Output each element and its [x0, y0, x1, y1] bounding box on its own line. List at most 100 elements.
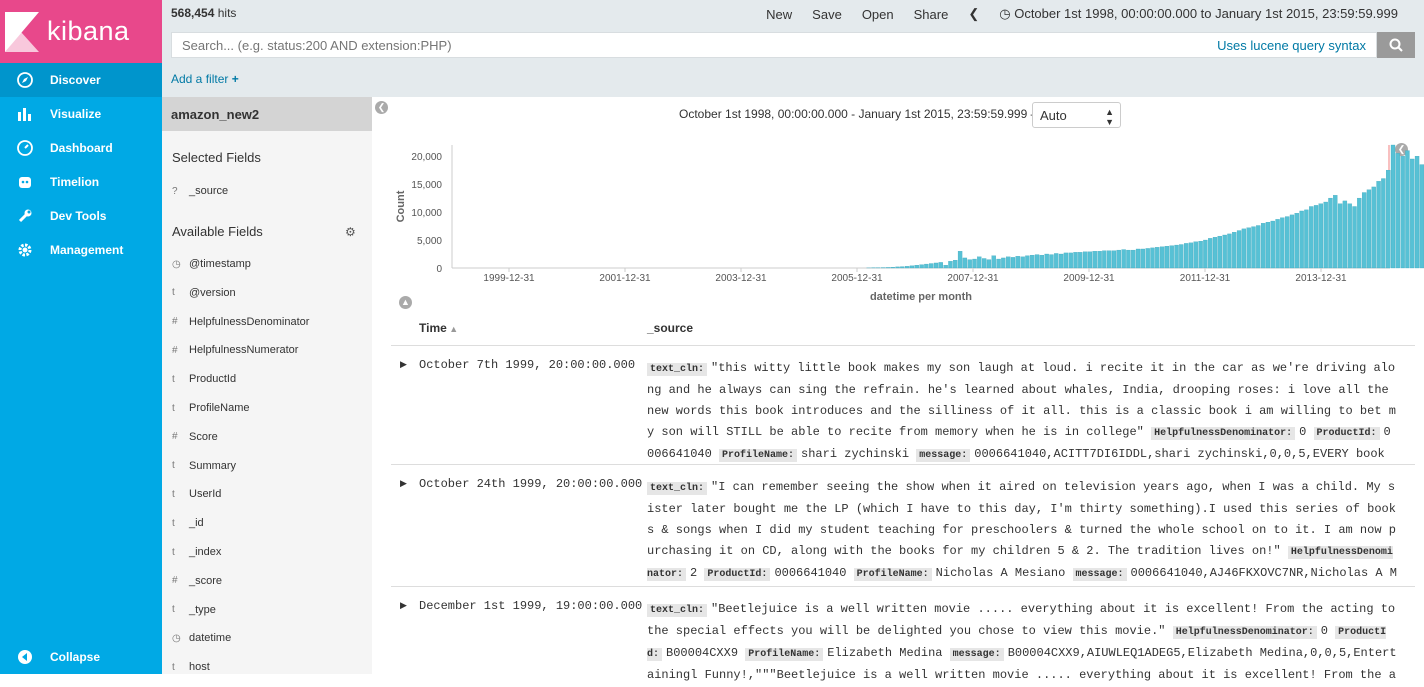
expand-row-icon[interactable]: ▶	[400, 359, 407, 370]
source-field-key: ProfileName:	[719, 449, 797, 462]
histogram-bar	[1396, 153, 1400, 268]
histogram-bar	[1054, 253, 1058, 268]
add-filter-button[interactable]: Add a filter +	[171, 72, 239, 86]
nav-dev-tools[interactable]: Dev Tools	[0, 199, 162, 233]
histogram-bar	[1280, 218, 1284, 268]
histogram-bar	[1386, 170, 1390, 268]
collapse-chart-icon[interactable]: ▲	[399, 296, 412, 309]
collapse-sidebar-icon[interactable]: ❮	[375, 101, 388, 114]
histogram-chart: 05,00010,00015,00020,0001999-12-312001-1…	[372, 135, 1424, 315]
histogram-bar	[1122, 250, 1126, 268]
nav-timelion[interactable]: Timelion	[0, 165, 162, 199]
field-item[interactable]: ◷datetime	[172, 632, 231, 644]
search-input[interactable]	[172, 33, 1072, 57]
sort-icon[interactable]: ▲	[447, 324, 458, 334]
number-type-icon: #	[172, 431, 189, 442]
plus-icon: +	[232, 72, 239, 86]
field-name: datetime	[189, 632, 231, 644]
histogram-bar	[1049, 255, 1053, 268]
source-field-value: 0	[1299, 425, 1306, 439]
histogram-bar	[1348, 204, 1352, 268]
histogram-bar	[1377, 181, 1381, 268]
field-item[interactable]: t@version	[172, 287, 236, 299]
nav-management[interactable]: Management	[0, 233, 162, 267]
time-picker[interactable]: ◷ October 1st 1998, 00:00:00.000 to Janu…	[999, 6, 1398, 22]
kibana-logo-icon	[5, 12, 39, 52]
table-row: ▶October 7th 1999, 20:00:00.000text_cln:…	[391, 345, 1415, 464]
search-icon	[1389, 38, 1403, 52]
x-tick-label: 2005-12-31	[831, 273, 883, 284]
index-pattern[interactable]: amazon_new2	[162, 97, 372, 131]
field-name: _id	[189, 517, 204, 529]
string-type-icon: t	[172, 460, 189, 471]
gear-icon[interactable]: ⚙	[345, 225, 356, 239]
field-item[interactable]: tSummary	[172, 460, 236, 472]
field-item[interactable]: ◷@timestamp	[172, 258, 251, 270]
histogram-bar	[1256, 226, 1260, 268]
histogram-bar	[1410, 159, 1414, 268]
histogram-bar	[1223, 235, 1227, 268]
field-item[interactable]: t_type	[172, 604, 216, 616]
field-sidebar: amazon_new2 Selected Fields Available Fi…	[162, 97, 372, 674]
field-item[interactable]: #HelpfulnessDenominator	[172, 316, 309, 328]
field-item[interactable]: tProductId	[172, 373, 236, 385]
field-item[interactable]: tUserId	[172, 488, 221, 500]
field-item[interactable]: t_index	[172, 546, 221, 558]
lucene-syntax-link[interactable]: Uses lucene query syntax	[1217, 38, 1366, 53]
histogram-bar	[1324, 202, 1328, 268]
collapse-button[interactable]: Collapse	[0, 640, 162, 674]
expand-row-icon[interactable]: ▶	[400, 600, 407, 611]
histogram-bar	[1131, 250, 1135, 268]
histogram-bar	[1088, 252, 1092, 268]
string-type-icon: t	[172, 489, 189, 500]
histogram-bar	[1001, 258, 1005, 268]
field-item[interactable]: #Score	[172, 431, 218, 443]
histogram-bar	[1304, 210, 1308, 268]
interval-select[interactable]: Auto▲▼	[1032, 102, 1121, 128]
row-time: October 24th 1999, 20:00:00.000	[419, 477, 642, 491]
field-item[interactable]: #_score	[172, 575, 222, 587]
histogram-bar	[1170, 246, 1174, 268]
source-field-key: ProductId:	[1314, 427, 1380, 440]
field-name: UserId	[189, 488, 221, 500]
histogram-bar	[1213, 237, 1217, 268]
new-button[interactable]: New	[766, 7, 792, 22]
nav-label: Management	[50, 243, 123, 257]
field-item[interactable]: t_id	[172, 517, 204, 529]
histogram-bar	[1160, 247, 1164, 268]
histogram-bar	[1093, 251, 1097, 268]
field-name: _score	[189, 575, 222, 587]
chevron-left-icon[interactable]: ❮	[968, 6, 979, 22]
nav-discover[interactable]: Discover	[0, 63, 162, 97]
field-item[interactable]: #HelpfulnessNumerator	[172, 344, 298, 356]
kibana-logo[interactable]: kibana	[0, 0, 162, 63]
histogram-bar	[1415, 156, 1419, 268]
share-button[interactable]: Share	[914, 7, 949, 22]
open-button[interactable]: Open	[862, 7, 894, 22]
y-axis-label: Count	[395, 190, 407, 222]
histogram-bar	[905, 266, 909, 268]
field-item[interactable]: thost	[172, 661, 210, 673]
field-item[interactable]: ?_source	[172, 185, 228, 197]
sidebar: kibana DiscoverVisualizeDashboardTimelio…	[0, 0, 162, 674]
save-button[interactable]: Save	[812, 7, 842, 22]
nav-dashboard[interactable]: Dashboard	[0, 131, 162, 165]
string-type-icon: t	[172, 547, 189, 558]
source-field-key: text_cln:	[647, 604, 707, 617]
search-button[interactable]	[1377, 32, 1415, 58]
collapse-icon	[16, 648, 34, 666]
histogram-bar	[1309, 207, 1313, 269]
field-name: Summary	[189, 460, 236, 472]
histogram-bar	[982, 258, 986, 268]
field-item[interactable]: tProfileName	[172, 402, 250, 414]
x-axis-label: datetime per month	[870, 291, 972, 303]
histogram-bar	[1353, 207, 1357, 269]
histogram-bar	[1405, 151, 1409, 268]
string-type-icon: t	[172, 374, 189, 385]
time-column-header[interactable]: Time	[419, 321, 447, 335]
source-field-key: message:	[950, 648, 1004, 661]
nav-visualize[interactable]: Visualize	[0, 97, 162, 131]
row-source: text_cln:"this witty little book makes m…	[647, 358, 1397, 465]
expand-row-icon[interactable]: ▶	[400, 478, 407, 489]
histogram-bar	[1420, 165, 1424, 268]
